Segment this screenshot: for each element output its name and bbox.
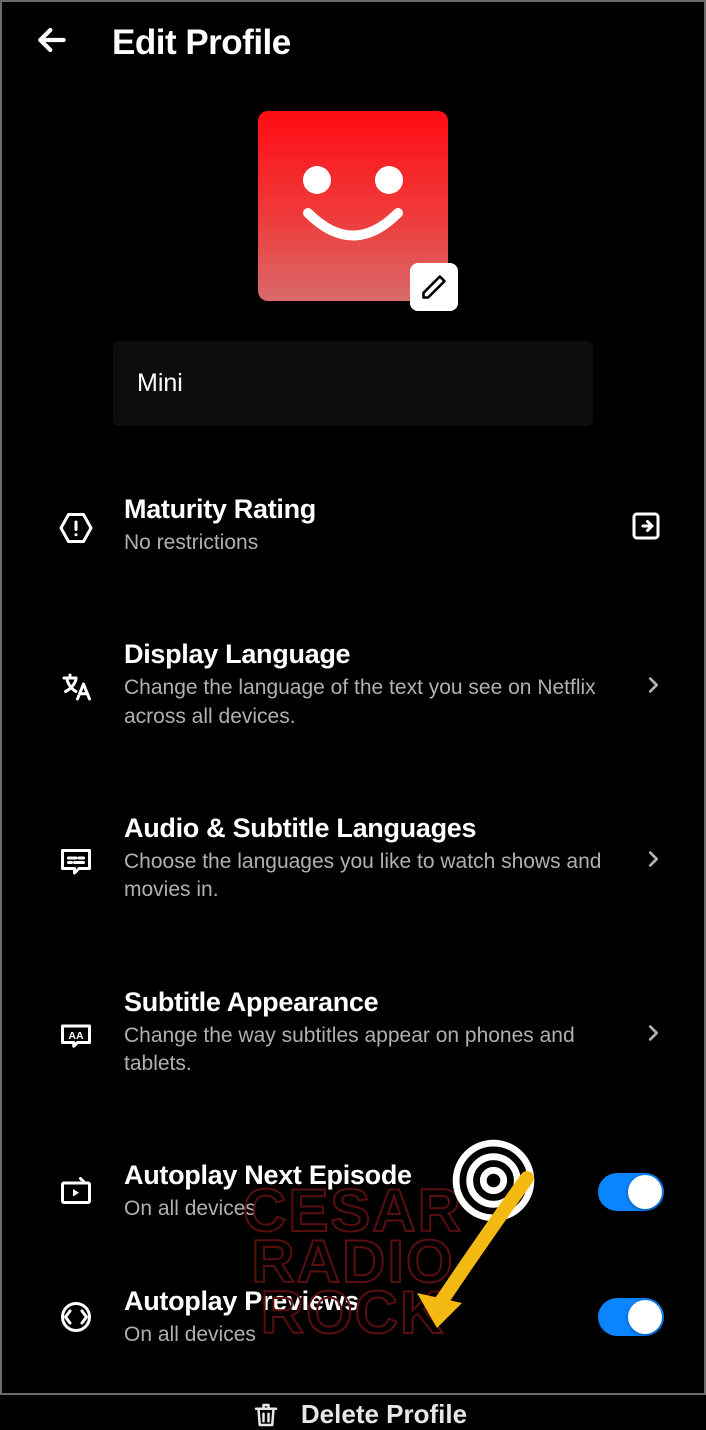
subtitle-appearance-icon: AA (54, 1017, 98, 1053)
avatar-section (2, 111, 704, 301)
autoplay-previews-toggle[interactable] (598, 1298, 664, 1336)
setting-subtitle: Change the way subtitles appear on phone… (124, 1022, 616, 1079)
external-link-icon (628, 508, 664, 544)
setting-subtitle-appearance[interactable]: AA Subtitle Appearance Change the way su… (54, 975, 664, 1091)
pencil-icon (420, 273, 448, 301)
language-icon (54, 669, 98, 705)
setting-maturity-rating[interactable]: Maturity Rating No restrictions (54, 482, 664, 569)
setting-title: Audio & Subtitle Languages (124, 813, 616, 844)
setting-subtitle: Choose the languages you like to watch s… (124, 848, 616, 905)
setting-subtitle: No restrictions (124, 529, 602, 557)
setting-title: Autoplay Previews (124, 1286, 572, 1317)
back-icon[interactable] (32, 20, 72, 65)
setting-subtitle: On all devices (124, 1195, 572, 1223)
edit-avatar-button[interactable] (410, 263, 458, 311)
next-episode-icon (54, 1174, 98, 1210)
header: Edit Profile (2, 2, 704, 83)
page-title: Edit Profile (112, 23, 291, 63)
setting-title: Display Language (124, 639, 616, 670)
setting-audio-subtitle-languages[interactable]: Audio & Subtitle Languages Choose the la… (54, 801, 664, 917)
trash-icon (251, 1400, 281, 1430)
svg-text:AA: AA (68, 1029, 84, 1041)
name-field-wrap (2, 341, 704, 426)
chevron-right-icon (642, 848, 664, 870)
setting-subtitle: On all devices (124, 1321, 572, 1349)
setting-title: Maturity Rating (124, 494, 602, 525)
previews-icon (54, 1299, 98, 1335)
warning-hexagon-icon (54, 510, 98, 546)
subtitle-icon (54, 843, 98, 879)
setting-autoplay-next-episode: Autoplay Next Episode On all devices (54, 1148, 664, 1235)
profile-name-input[interactable] (113, 341, 593, 426)
delete-profile-label: Delete Profile (301, 1399, 467, 1430)
setting-title: Subtitle Appearance (124, 987, 616, 1018)
chevron-right-icon (642, 1022, 664, 1044)
setting-autoplay-previews: Autoplay Previews On all devices (54, 1274, 664, 1361)
setting-title: Autoplay Next Episode (124, 1160, 572, 1191)
avatar[interactable] (258, 111, 448, 301)
delete-profile-button[interactable]: Delete Profile (54, 1399, 664, 1430)
setting-display-language[interactable]: Display Language Change the language of … (54, 627, 664, 743)
setting-subtitle: Change the language of the text you see … (124, 674, 616, 731)
chevron-right-icon (642, 674, 664, 696)
autoplay-next-toggle[interactable] (598, 1173, 664, 1211)
